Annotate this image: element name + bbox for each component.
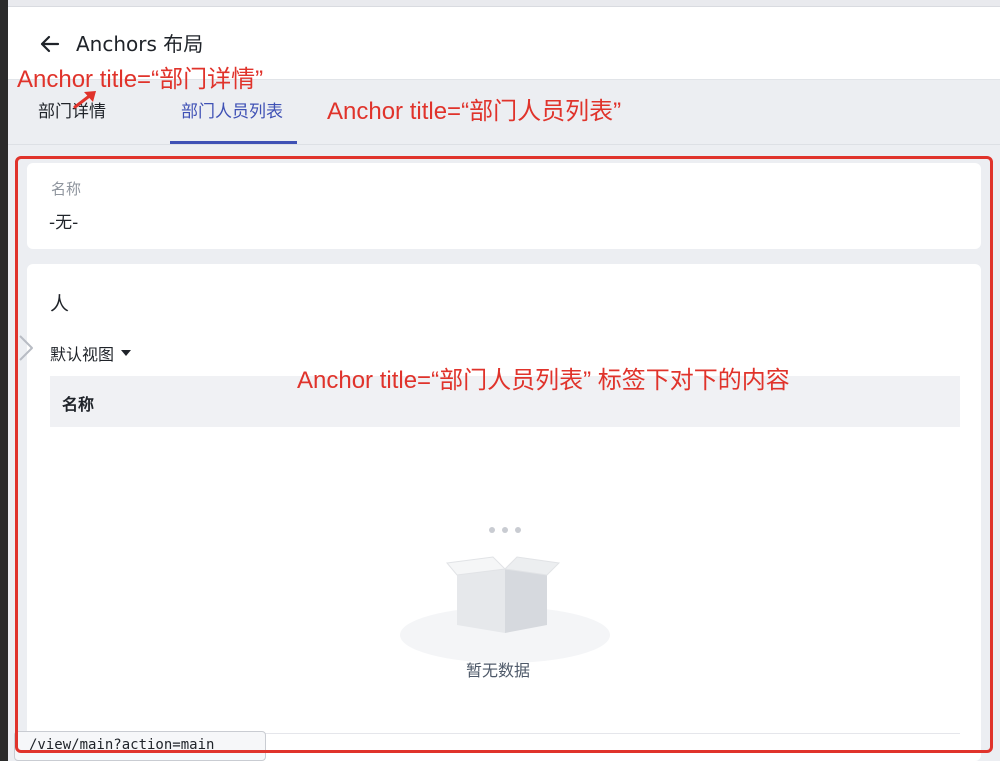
page-title: Anchors 布局 xyxy=(76,32,204,56)
annotation-members-content: Anchor title=“部门人员列表” 标签下对下的内容 xyxy=(297,367,790,394)
window-edge-top xyxy=(8,0,1000,7)
back-arrow-icon[interactable] xyxy=(36,30,64,58)
tab-department-members[interactable]: 部门人员列表 xyxy=(181,100,283,124)
window-edge-left xyxy=(0,0,8,761)
active-tab-indicator xyxy=(170,141,297,144)
annotation-highlight-box xyxy=(15,156,993,753)
annotation-members-anchor: Anchor title=“部门人员列表” xyxy=(327,98,622,125)
annotation-details-anchor: Anchor title=“部门详情” xyxy=(17,66,264,93)
annotation-arrow-icon xyxy=(72,88,100,110)
